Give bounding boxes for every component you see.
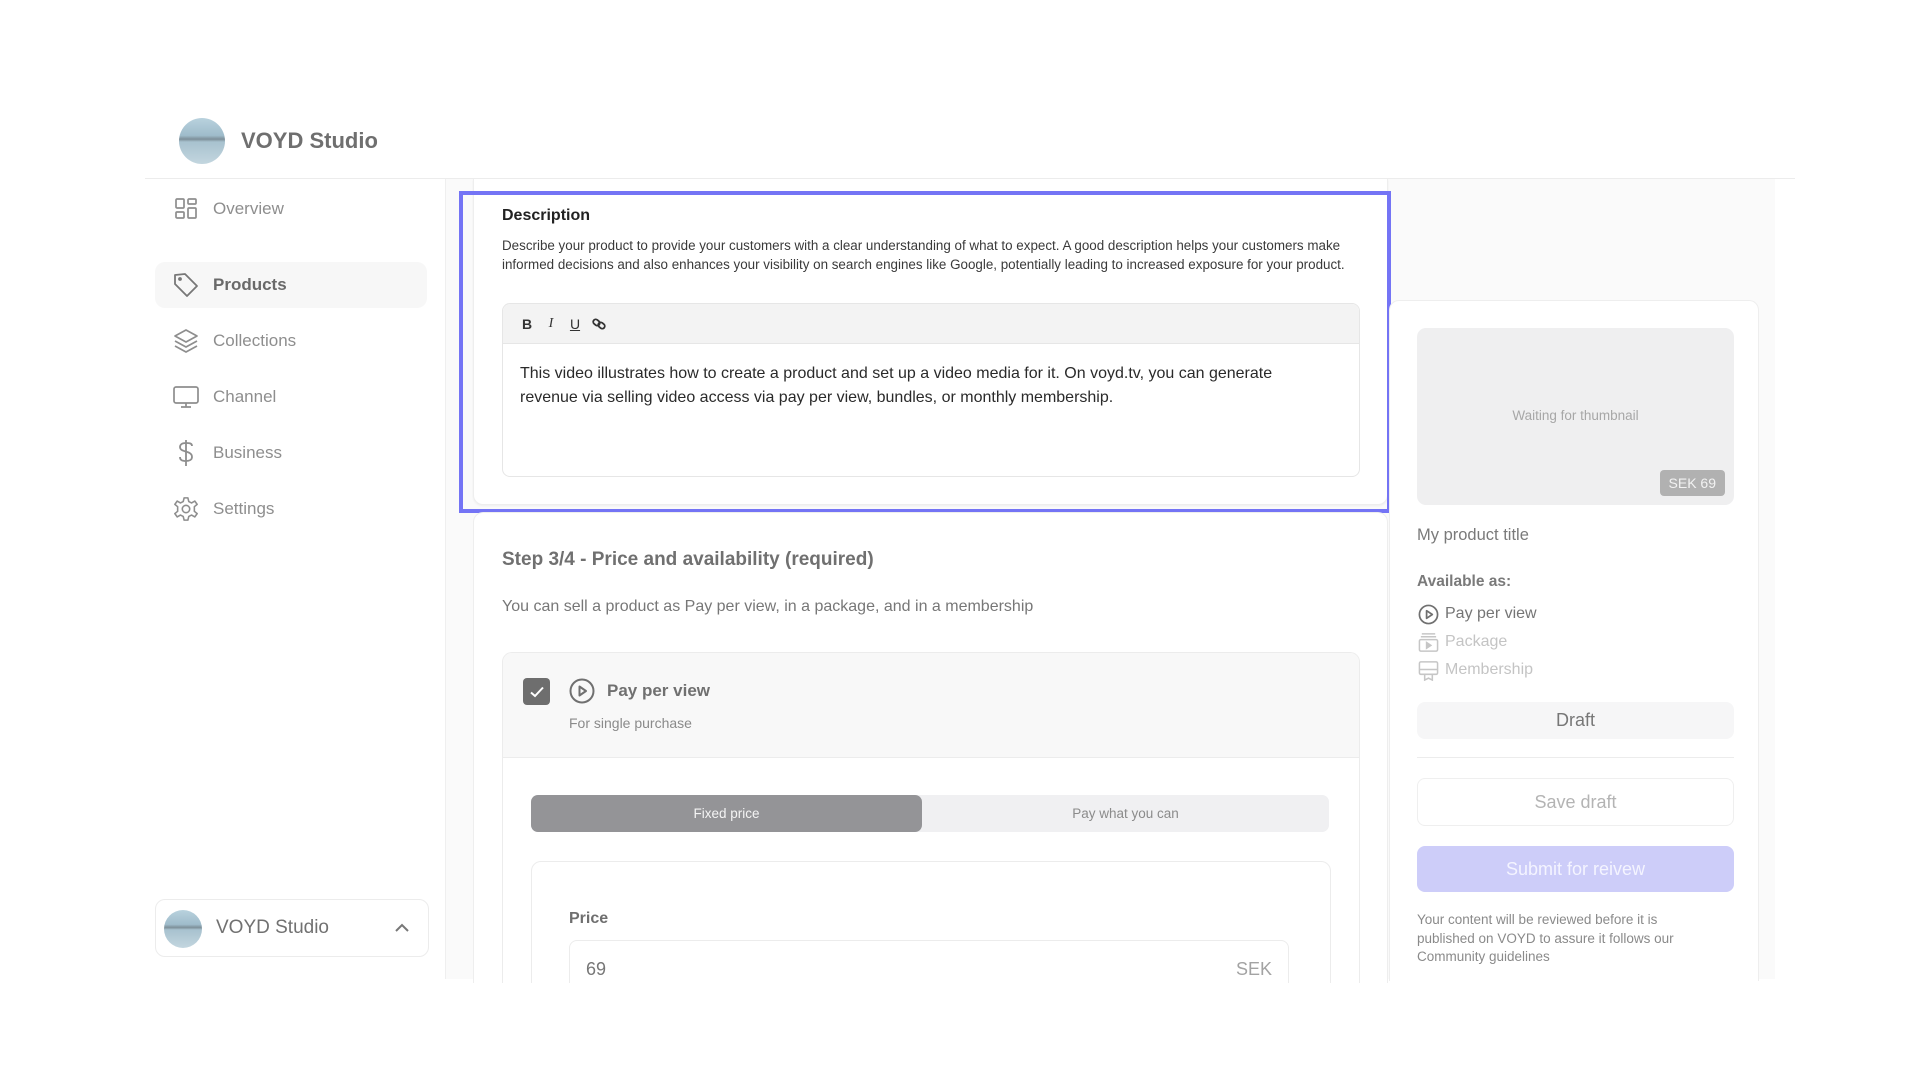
pay-what-you-can-tab[interactable]: Pay what you can [922, 795, 1329, 832]
description-editor[interactable]: B I U This video illustrates how to crea… [502, 303, 1360, 477]
sidebar-item-label: Products [213, 275, 287, 294]
price-currency: SEK [1235, 959, 1272, 979]
sidebar-item-products[interactable]: Products [155, 262, 427, 308]
pay-per-view-option: Pay per view For single purchase Fixed p… [502, 652, 1360, 983]
available-as-label: Available as: [1417, 573, 1512, 590]
sidebar-item-overview[interactable]: Overview [155, 186, 427, 232]
availability-membership: Membership [1417, 659, 1533, 681]
availability-label: Membership [1445, 661, 1534, 678]
gear-icon [173, 496, 199, 522]
pay-per-view-header: Pay per view For single purchase [503, 653, 1359, 758]
bold-button[interactable]: B [515, 312, 539, 336]
monitor-icon [173, 384, 199, 410]
underline-button[interactable]: U [563, 312, 587, 336]
play-circle-icon [1417, 603, 1439, 625]
price-badge: SEK 69 [1659, 470, 1725, 496]
pay-per-view-sublabel: For single purchase [569, 715, 692, 731]
sidebar-item-business[interactable]: Business [155, 430, 427, 476]
app-title: VOYD Studio [241, 128, 378, 153]
availability-package: Package [1417, 631, 1507, 653]
sidebar-item-label: Business [213, 443, 282, 462]
price-input[interactable]: 69 SEK [569, 940, 1289, 983]
account-name: VOYD Studio [216, 917, 329, 938]
step-subtitle: You can sell a product as Pay per view, … [502, 598, 1034, 615]
review-note: Your content will be reviewed before it … [1417, 912, 1674, 964]
price-value[interactable]: 69 [586, 959, 606, 980]
link-icon[interactable] [587, 312, 611, 336]
editor-toolbar: B I U [503, 304, 1359, 344]
layers-icon [173, 328, 199, 354]
dashboard-icon [173, 196, 199, 222]
sidebar-item-label: Channel [213, 387, 277, 406]
account-switcher[interactable]: VOYD Studio [155, 899, 429, 957]
price-section: Price 69 SEK [531, 861, 1331, 983]
check-icon [529, 686, 544, 697]
tag-icon [173, 272, 199, 298]
description-title: Description [502, 207, 591, 224]
membership-icon [1417, 659, 1439, 681]
play-circle-icon [569, 678, 595, 704]
pricing-mode-toggle: Fixed price Pay what you can [531, 795, 1329, 832]
description-help-text: Describe your product to provide your cu… [502, 238, 1345, 272]
sidebar: Overview Products Collections Channel Bu… [145, 179, 446, 979]
availability-label: Package [1445, 633, 1508, 650]
pay-per-view-checkbox[interactable] [523, 678, 550, 705]
sidebar-item-label: Collections [213, 331, 297, 350]
chevron-up-icon[interactable] [392, 918, 412, 938]
account-avatar [164, 910, 202, 948]
package-icon [1417, 631, 1439, 653]
description-content[interactable]: This video illustrates how to create a p… [520, 362, 1320, 409]
sidebar-item-channel[interactable]: Channel [155, 374, 427, 420]
fixed-price-tab[interactable]: Fixed price [531, 795, 922, 832]
submit-for-review-button[interactable]: Submit for reivew [1417, 846, 1734, 892]
studio-logo-avatar [179, 118, 225, 164]
save-draft-button[interactable]: Save draft [1417, 778, 1734, 826]
product-summary-card: Waiting for thumbnail SEK 69 My product … [1389, 300, 1759, 981]
app-header: VOYD Studio [145, 100, 1795, 179]
price-label: Price [569, 910, 609, 927]
pay-per-view-label: Pay per view [607, 681, 711, 700]
sidebar-item-label: Overview [213, 199, 284, 218]
sidebar-item-settings[interactable]: Settings [155, 486, 427, 532]
availability-label: Pay per view [1445, 605, 1537, 622]
divider [1417, 757, 1734, 758]
step-title: Step 3/4 - Price and availability (requi… [502, 549, 874, 570]
sidebar-item-collections[interactable]: Collections [155, 318, 427, 364]
thumbnail-placeholder: Waiting for thumbnail SEK 69 [1417, 328, 1734, 505]
thumbnail-status: Waiting for thumbnail [1512, 408, 1639, 423]
status-badge: Draft [1417, 702, 1734, 739]
dollar-icon [173, 440, 199, 466]
availability-pay-per-view: Pay per view [1417, 603, 1537, 625]
product-title: My product title [1417, 526, 1529, 544]
sidebar-item-label: Settings [213, 499, 275, 518]
italic-button[interactable]: I [539, 312, 563, 336]
